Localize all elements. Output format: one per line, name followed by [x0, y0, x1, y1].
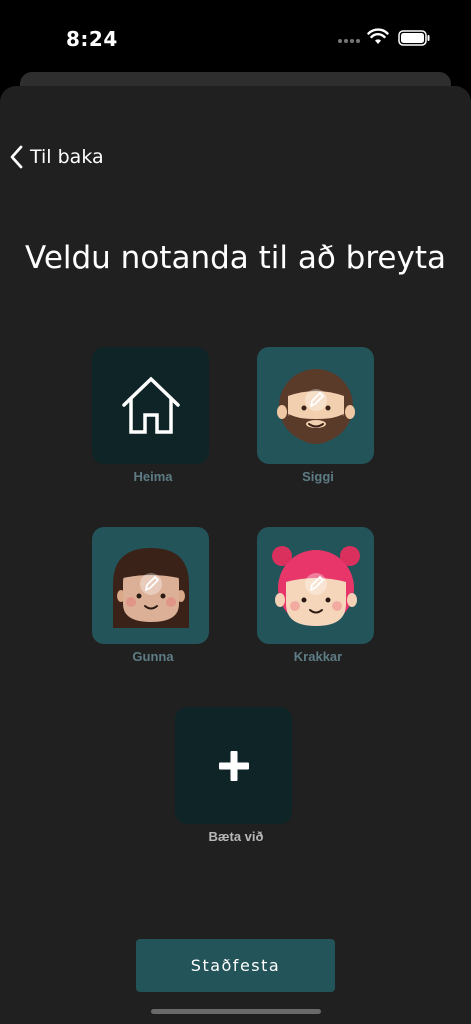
home-indicator [151, 1009, 321, 1014]
profile-tile-siggi[interactable] [257, 347, 374, 464]
girl-with-pink-buns-avatar-icon [271, 545, 360, 626]
status-bar: 8:24 [0, 0, 471, 80]
add-profile-label: Bæta við [208, 829, 264, 844]
profile-tile-gunna[interactable] [92, 527, 209, 644]
profile-label-heima: Heima [133, 469, 173, 484]
chevron-left-icon [10, 145, 23, 169]
profile-label-krakkar: Krakkar [293, 649, 343, 664]
back-button[interactable]: Til baka [10, 145, 104, 169]
signal-dots-icon [338, 39, 360, 43]
modal-sheet [0, 86, 471, 1024]
plus-icon [218, 750, 249, 781]
add-profile-button[interactable] [175, 707, 292, 824]
battery-icon [398, 30, 430, 46]
bearded-man-avatar-icon [276, 368, 355, 444]
profile-tile-heima[interactable] [92, 347, 209, 464]
profile-label-siggi: Siggi [302, 469, 334, 484]
page-title: Veldu notanda til að breyta [25, 240, 446, 276]
house-icon [121, 376, 180, 434]
profile-tile-krakkar[interactable] [257, 527, 374, 644]
back-label: Til baka [30, 146, 104, 168]
wifi-icon [367, 28, 389, 44]
profile-label-gunna: Gunna [132, 649, 174, 664]
long-hair-woman-avatar-icon [112, 547, 189, 628]
status-time: 8:24 [66, 27, 118, 51]
confirm-button[interactable]: Staðfesta [136, 939, 335, 992]
